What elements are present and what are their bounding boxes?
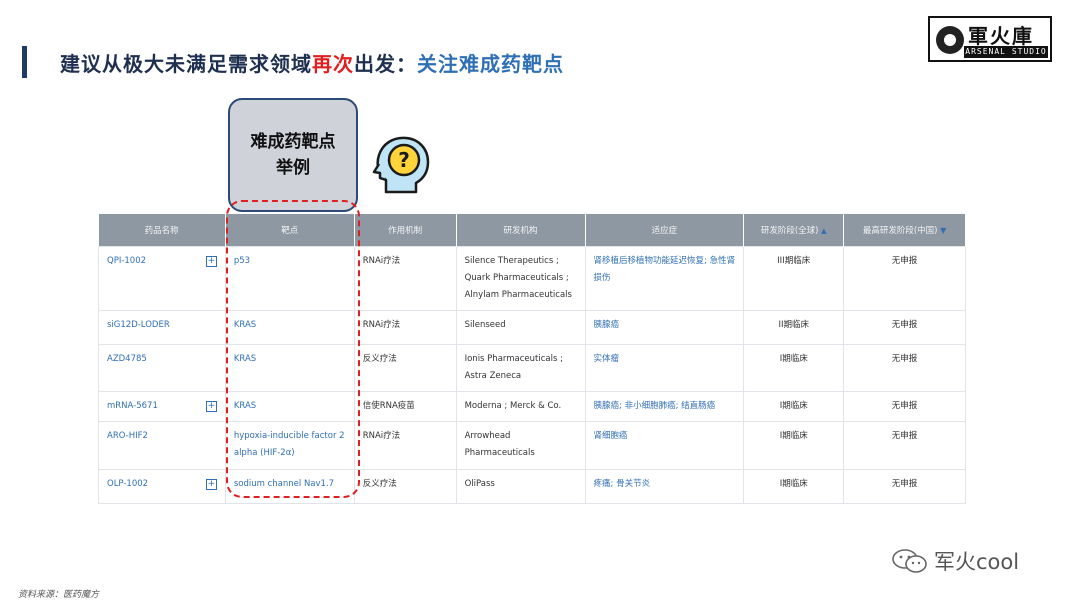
cell-indication[interactable]: 胰腺癌 <box>584 310 745 345</box>
page-title: 建议从极大未满足需求领域再次出发：关注难成药靶点 <box>60 48 564 77</box>
title-part2: 出发： <box>354 52 417 76</box>
header-mechanism[interactable]: 作用机制 <box>354 214 457 247</box>
header-organization[interactable]: 研发机构 <box>456 214 586 247</box>
cell-mechanism: RNAi疗法 <box>353 421 457 470</box>
sort-down-icon[interactable]: ▼ <box>940 226 946 235</box>
callout-line1: 难成药靶点 <box>250 132 336 152</box>
cell-target[interactable]: hypoxia-inducible factor 2 alpha (HIF-2α… <box>224 421 355 470</box>
header-drug[interactable]: 药品名称 <box>98 214 226 247</box>
svg-text:?: ? <box>398 148 410 172</box>
header-phase-china[interactable]: 最高研发阶段(中国) ▼ <box>843 214 966 247</box>
cell-mechanism: RNAi疗法 <box>353 246 457 311</box>
cell-mechanism: 信使RNA疫苗 <box>353 391 457 422</box>
cell-phase-china: 无申报 <box>843 310 966 345</box>
watermark: 军火cool <box>892 546 1019 576</box>
table-header-row: 药品名称 靶点 作用机制 研发机构 适应症 研发阶段(全球) ▲ 最高研发阶段(… <box>98 214 966 247</box>
head-question-icon: ? <box>372 136 430 194</box>
cell-organization: Ionis Pharmaceuticals ; Astra Zeneca <box>455 344 586 392</box>
cell-drug: OLP-1002 + <box>98 469 226 504</box>
callout-box: 难成药靶点 举例 <box>228 98 358 212</box>
drug-link[interactable]: QPI-1002 <box>107 256 146 266</box>
cell-phase-china: 无申报 <box>843 391 966 422</box>
cell-indication[interactable]: 肾细胞癌 <box>584 421 745 470</box>
cell-drug: AZD4785 <box>98 344 226 392</box>
cell-indication[interactable]: 肾移植后移植物功能延迟恢复; 急性肾损伤 <box>584 246 745 311</box>
cell-indication[interactable]: 实体瘤 <box>584 344 745 392</box>
cell-mechanism: 反义疗法 <box>353 344 457 392</box>
cell-indication[interactable]: 胰腺癌; 非小细胞肺癌; 结直肠癌 <box>584 391 745 422</box>
cell-drug: QPI-1002 + <box>98 246 226 311</box>
cell-target[interactable]: KRAS <box>224 310 355 345</box>
drug-link[interactable]: OLP-1002 <box>107 479 148 489</box>
drug-link[interactable]: siG12D-LODER <box>107 320 170 330</box>
expand-plus-icon[interactable]: + <box>205 256 217 267</box>
title-accent-bar <box>22 46 27 78</box>
cell-phase-china: 无申报 <box>843 421 966 470</box>
cell-mechanism: 反义疗法 <box>353 469 457 504</box>
drug-link[interactable]: AZD4785 <box>107 354 147 364</box>
source-note: 资料来源：医药魔方 <box>18 590 100 600</box>
wechat-icon <box>892 549 927 573</box>
cell-target[interactable]: p53 <box>224 246 355 311</box>
cell-target[interactable]: KRAS <box>224 391 355 422</box>
cell-phase-global: I期临床 <box>743 421 845 470</box>
cell-phase-global: I期临床 <box>743 344 845 392</box>
header-phase-global[interactable]: 研发阶段(全球) ▲ <box>743 214 845 247</box>
cell-phase-global: I期临床 <box>743 469 845 504</box>
cell-phase-global: I期临床 <box>743 391 845 422</box>
table-row: siG12D-LODER KRAS RNAi疗法 Silenseed 胰腺癌 I… <box>98 310 966 345</box>
header-indication[interactable]: 适应症 <box>585 214 745 247</box>
cell-phase-china: 无申报 <box>843 469 966 504</box>
title-highlight-blue: 关注难成药靶点 <box>417 52 564 76</box>
gear-icon <box>936 26 964 54</box>
cell-organization: Moderna ; Merck & Co. <box>455 391 586 422</box>
expand-plus-icon[interactable]: + <box>205 479 217 490</box>
cell-organization: Silence Therapeutics ; Quark Pharmaceuti… <box>455 246 586 311</box>
logo-subtitle: ARSENAL STUDIO <box>964 46 1048 58</box>
table-row: OLP-1002 + sodium channel Nav1.7 反义疗法 Oli… <box>98 469 966 504</box>
cell-indication[interactable]: 疼痛; 骨关节炎 <box>584 469 745 504</box>
cell-drug: siG12D-LODER <box>98 310 226 345</box>
cell-drug: ARO-HIF2 <box>98 421 226 470</box>
sort-up-icon[interactable]: ▲ <box>821 227 826 235</box>
cell-phase-china: 无申报 <box>843 344 966 392</box>
table-row: AZD4785 KRAS 反义疗法 Ionis Pharmaceuticals … <box>98 344 966 392</box>
table-row: mRNA-5671 + KRAS 信使RNA疫苗 Moderna ; Merck … <box>98 391 966 422</box>
cell-target[interactable]: KRAS <box>224 344 355 392</box>
expand-plus-icon[interactable]: + <box>205 401 217 412</box>
drug-link[interactable]: mRNA-5671 <box>107 401 158 411</box>
title-part1: 建议从极大未满足需求领域 <box>60 52 312 76</box>
cell-organization: OliPass <box>455 469 586 504</box>
cell-drug: mRNA-5671 + <box>98 391 226 422</box>
drug-link[interactable]: ARO-HIF2 <box>107 431 148 441</box>
cell-phase-china: 无申报 <box>843 246 966 311</box>
cell-organization: Arrowhead Pharmaceuticals <box>455 421 586 470</box>
table-row: ARO-HIF2 hypoxia-inducible factor 2 alph… <box>98 421 966 470</box>
logo-name: 軍火庫 <box>968 24 1034 48</box>
title-highlight-red: 再次 <box>312 52 354 76</box>
callout-line2: 举例 <box>276 158 310 178</box>
cell-organization: Silenseed <box>455 310 586 345</box>
cell-mechanism: RNAi疗法 <box>353 310 457 345</box>
cell-phase-global: III期临床 <box>743 246 845 311</box>
arsenal-logo: 軍火庫 ARSENAL STUDIO <box>928 16 1052 62</box>
drug-table: 药品名称 靶点 作用机制 研发机构 适应症 研发阶段(全球) ▲ 最高研发阶段(… <box>98 214 966 504</box>
cell-target[interactable]: sodium channel Nav1.7 <box>224 469 355 504</box>
watermark-text: 军火cool <box>934 550 1020 574</box>
header-target[interactable]: 靶点 <box>225 214 355 247</box>
table-row: QPI-1002 + p53 RNAi疗法 Silence Therapeutic… <box>98 246 966 311</box>
cell-phase-global: II期临床 <box>743 310 845 345</box>
